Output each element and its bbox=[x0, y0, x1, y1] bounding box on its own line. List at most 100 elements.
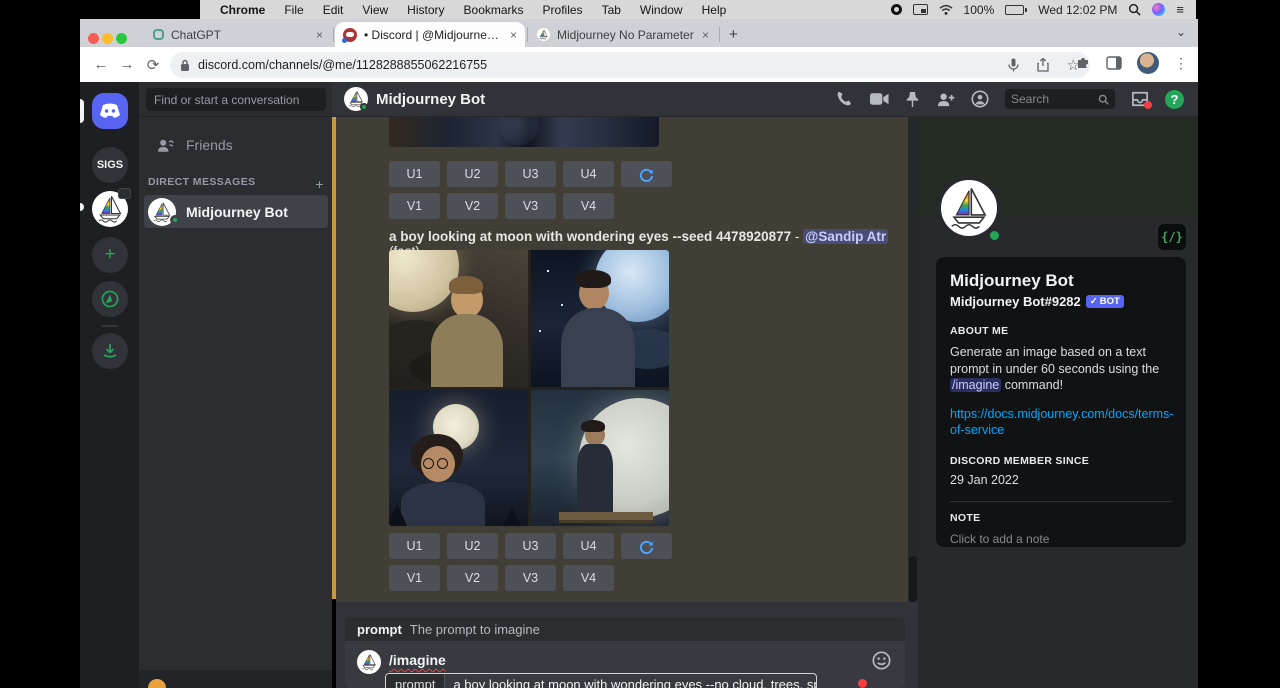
screen-record-icon[interactable] bbox=[891, 4, 902, 15]
help-button[interactable]: ? bbox=[1165, 90, 1184, 109]
window-manager-icon[interactable] bbox=[913, 4, 928, 15]
v1-button[interactable]: V1 bbox=[389, 193, 440, 219]
explore-servers-button[interactable] bbox=[92, 281, 128, 317]
maximize-window-button[interactable] bbox=[116, 33, 127, 44]
prompt-field-value[interactable]: a boy looking at moon with wondering eye… bbox=[445, 677, 817, 688]
pin-icon[interactable] bbox=[905, 91, 920, 108]
menu-help[interactable]: Help bbox=[702, 3, 727, 17]
u1-button[interactable]: U1 bbox=[389, 533, 440, 559]
u4-button[interactable]: U4 bbox=[563, 533, 614, 559]
menu-edit[interactable]: Edit bbox=[323, 3, 344, 17]
menu-profiles[interactable]: Profiles bbox=[543, 3, 583, 17]
menu-window[interactable]: Window bbox=[640, 3, 683, 17]
u2-button[interactable]: U2 bbox=[447, 533, 498, 559]
forward-button[interactable]: → bbox=[114, 56, 140, 73]
close-window-button[interactable] bbox=[88, 33, 99, 44]
menu-file[interactable]: File bbox=[284, 3, 303, 17]
v1-button[interactable]: V1 bbox=[389, 565, 440, 591]
menubar-clock[interactable]: Wed 12:02 PM bbox=[1038, 3, 1117, 17]
reload-button[interactable]: ⟳ bbox=[140, 56, 166, 74]
wifi-icon[interactable] bbox=[939, 4, 953, 16]
u4-button[interactable]: U4 bbox=[563, 161, 614, 187]
conversation-search-button[interactable]: Find or start a conversation bbox=[146, 88, 326, 111]
tab-close-icon[interactable]: × bbox=[316, 28, 323, 42]
reroll-button[interactable] bbox=[621, 533, 672, 559]
menu-bookmarks[interactable]: Bookmarks bbox=[464, 3, 524, 17]
note-input[interactable]: Click to add a note bbox=[950, 532, 1172, 546]
create-dm-icon[interactable]: + bbox=[315, 176, 324, 192]
chrome-menu-icon[interactable]: ⋮ bbox=[1174, 55, 1188, 72]
grid-image-4[interactable] bbox=[531, 390, 670, 527]
tab-discord[interactable]: • Discord | @Midjourney Bot × bbox=[335, 22, 525, 47]
profile-card: Midjourney Bot Midjourney Bot#9282 ✓ BOT… bbox=[936, 257, 1186, 547]
u3-button[interactable]: U3 bbox=[505, 533, 556, 559]
url-text: discord.com/channels/@me/112828885506221… bbox=[198, 58, 487, 72]
address-bar[interactable]: discord.com/channels/@me/112828885506221… bbox=[170, 52, 1090, 78]
discord-home-button[interactable] bbox=[92, 93, 128, 129]
menu-history[interactable]: History bbox=[407, 3, 444, 17]
grid-image-3[interactable] bbox=[389, 390, 528, 527]
chat-title[interactable]: Midjourney Bot bbox=[376, 91, 485, 108]
u3-button[interactable]: U3 bbox=[505, 161, 556, 187]
slash-option-header[interactable]: prompt The prompt to imagine bbox=[345, 617, 905, 641]
siri-icon[interactable] bbox=[1152, 3, 1165, 16]
chat-scrollbar-track[interactable] bbox=[908, 117, 918, 602]
mic-icon[interactable] bbox=[1008, 58, 1019, 72]
grid-image-2[interactable] bbox=[531, 250, 670, 387]
slash-command-text[interactable]: /imagine bbox=[389, 652, 446, 668]
dash: - bbox=[795, 229, 800, 244]
user-profile-toggle-icon[interactable] bbox=[971, 90, 989, 108]
tab-chatgpt[interactable]: ChatGPT × bbox=[145, 22, 331, 47]
grid-image-1[interactable] bbox=[389, 250, 528, 387]
midjourney-image-grid[interactable] bbox=[389, 250, 669, 526]
tab-overflow-chevron-icon[interactable]: ⌄ bbox=[1176, 25, 1186, 39]
previous-image-grid-partial[interactable] bbox=[389, 117, 659, 147]
menu-tab[interactable]: Tab bbox=[602, 3, 621, 17]
online-status-dot bbox=[170, 215, 180, 225]
v2-button[interactable]: V2 bbox=[447, 565, 498, 591]
v4-button[interactable]: V4 bbox=[563, 193, 614, 219]
sidebar-item-friends[interactable]: Friends bbox=[146, 131, 326, 159]
v3-button[interactable]: V3 bbox=[505, 193, 556, 219]
v3-button[interactable]: V3 bbox=[505, 565, 556, 591]
chat-search-input[interactable]: Search bbox=[1005, 89, 1115, 109]
control-center-icon[interactable]: ≡ bbox=[1176, 2, 1184, 17]
share-icon[interactable] bbox=[1037, 58, 1049, 72]
inbox-button[interactable] bbox=[1131, 91, 1149, 107]
chat-scrollbar-thumb[interactable] bbox=[909, 556, 917, 602]
video-call-icon[interactable] bbox=[870, 92, 889, 106]
add-server-button[interactable]: + bbox=[92, 237, 128, 273]
reading-list-icon[interactable] bbox=[1106, 56, 1122, 70]
message-composer[interactable]: /imagine prompt a boy looking at moon wi… bbox=[345, 641, 905, 688]
emoji-picker-icon[interactable] bbox=[872, 651, 891, 670]
terms-link[interactable]: https://docs.midjourney.com/docs/terms-o… bbox=[950, 406, 1176, 439]
spotlight-search-icon[interactable] bbox=[1128, 3, 1141, 16]
tab-midjourney-no-parameter[interactable]: Midjourney No Parameter × bbox=[529, 22, 717, 47]
menu-view[interactable]: View bbox=[362, 3, 388, 17]
tab-close-icon[interactable]: × bbox=[702, 28, 709, 42]
u1-button[interactable]: U1 bbox=[389, 161, 440, 187]
minimize-window-button[interactable] bbox=[102, 33, 113, 44]
user-mention[interactable]: @Sandip Atr bbox=[803, 229, 888, 244]
u2-button[interactable]: U2 bbox=[447, 161, 498, 187]
about-pre: Generate an image based on a text prompt… bbox=[950, 345, 1159, 376]
menu-app-name[interactable]: Chrome bbox=[220, 3, 265, 17]
server-sigs[interactable]: SIGS bbox=[92, 147, 128, 183]
battery-percent: 100% bbox=[964, 3, 995, 17]
tab-close-icon[interactable]: × bbox=[510, 28, 517, 42]
v4-button[interactable]: V4 bbox=[563, 565, 614, 591]
new-tab-button[interactable]: + bbox=[729, 26, 738, 43]
upscale-row-1: U1 U2 U3 U4 bbox=[389, 161, 672, 187]
chrome-profile-avatar[interactable] bbox=[1137, 52, 1159, 74]
prompt-option-field[interactable]: prompt a boy looking at moon with wonder… bbox=[385, 673, 817, 688]
download-apps-button[interactable] bbox=[92, 333, 128, 369]
message-list[interactable]: U1 U2 U3 U4 V1 V2 V3 V4 a boy looking at… bbox=[336, 117, 908, 602]
extensions-puzzle-icon[interactable] bbox=[1075, 55, 1091, 71]
voice-call-icon[interactable] bbox=[836, 90, 854, 108]
v2-button[interactable]: V2 bbox=[447, 193, 498, 219]
about-imagine-highlight[interactable]: /imagine bbox=[950, 378, 1001, 392]
dm-header-label[interactable]: DIRECT MESSAGES bbox=[148, 176, 256, 192]
back-button[interactable]: ← bbox=[88, 56, 114, 73]
reroll-button[interactable] bbox=[621, 161, 672, 187]
add-friend-icon[interactable] bbox=[936, 92, 955, 107]
